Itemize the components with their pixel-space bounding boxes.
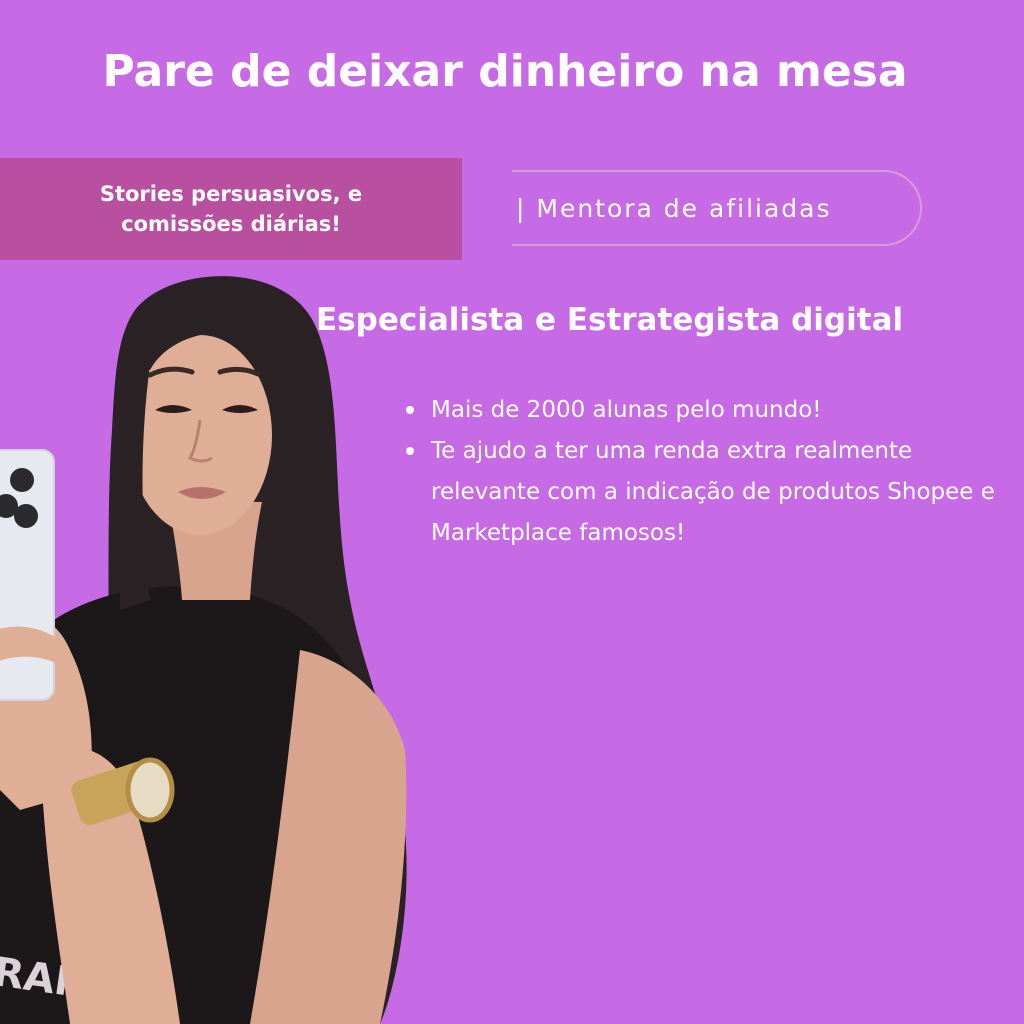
role-pill: | Mentora de afiliadas — [512, 170, 922, 246]
tagline-text: Stories persuasivos, e comissões diárias… — [99, 182, 363, 236]
subtitle: Especialista e Estrategista digital — [316, 302, 904, 338]
watch-face — [125, 757, 175, 823]
benefits-list: Mais de 2000 alunas pelo mundo! Te ajudo… — [404, 390, 1004, 554]
promo-card: Pare de deixar dinheiro na mesa Stories … — [0, 0, 1024, 1024]
headline: Pare de deixar dinheiro na mesa — [102, 46, 908, 97]
camera-lens — [14, 504, 38, 528]
tagline-banner: Stories persuasivos, e comissões diárias… — [0, 158, 462, 260]
mentor-photo: RAMA — [0, 276, 407, 1024]
camera-lens — [10, 468, 34, 492]
role-text: | Mentora de afiliadas — [516, 193, 832, 223]
benefit-item: Mais de 2000 alunas pelo mundo! — [404, 390, 1004, 431]
benefit-item: Te ajudo a ter uma renda extra realmente… — [404, 431, 1004, 554]
